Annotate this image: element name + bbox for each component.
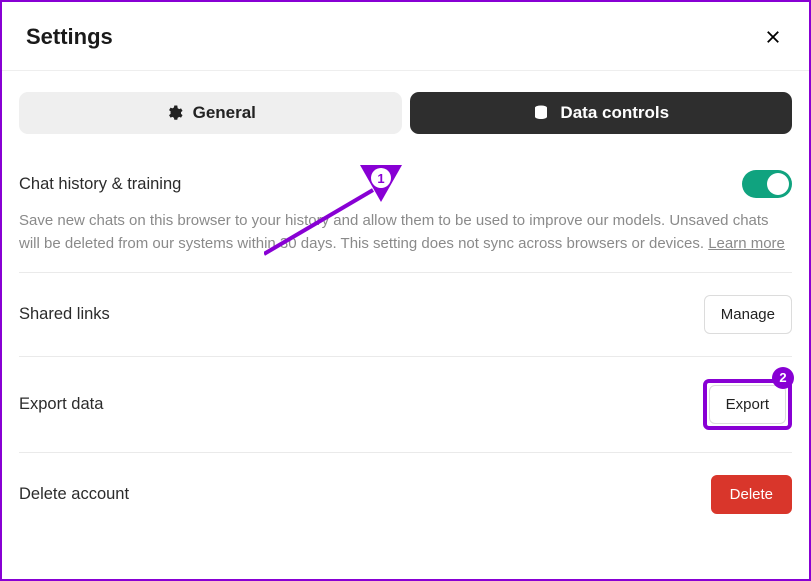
callout-badge-2: 2	[772, 367, 794, 389]
shared-links-label: Shared links	[19, 305, 110, 324]
gear-icon	[165, 104, 183, 122]
export-button[interactable]: Export	[709, 385, 786, 424]
page-title: Settings	[26, 24, 113, 50]
tab-data-controls-label: Data controls	[560, 103, 669, 123]
chat-history-desc: Save new chats on this browser to your h…	[19, 209, 792, 256]
tab-general-label: General	[193, 103, 256, 123]
delete-account-label: Delete account	[19, 485, 129, 504]
tab-data-controls[interactable]: Data controls	[410, 92, 793, 134]
close-icon[interactable]	[763, 27, 783, 47]
delete-button[interactable]: Delete	[711, 475, 792, 514]
export-highlight: 2 Export	[703, 379, 792, 430]
database-icon	[532, 104, 550, 122]
tabs: General Data controls	[2, 71, 809, 134]
tab-general[interactable]: General	[19, 92, 402, 134]
chat-history-label: Chat history & training	[19, 175, 181, 194]
export-data-label: Export data	[19, 395, 103, 414]
manage-button[interactable]: Manage	[704, 295, 792, 334]
learn-more-link[interactable]: Learn more	[708, 235, 785, 252]
chat-history-toggle[interactable]	[742, 170, 792, 198]
